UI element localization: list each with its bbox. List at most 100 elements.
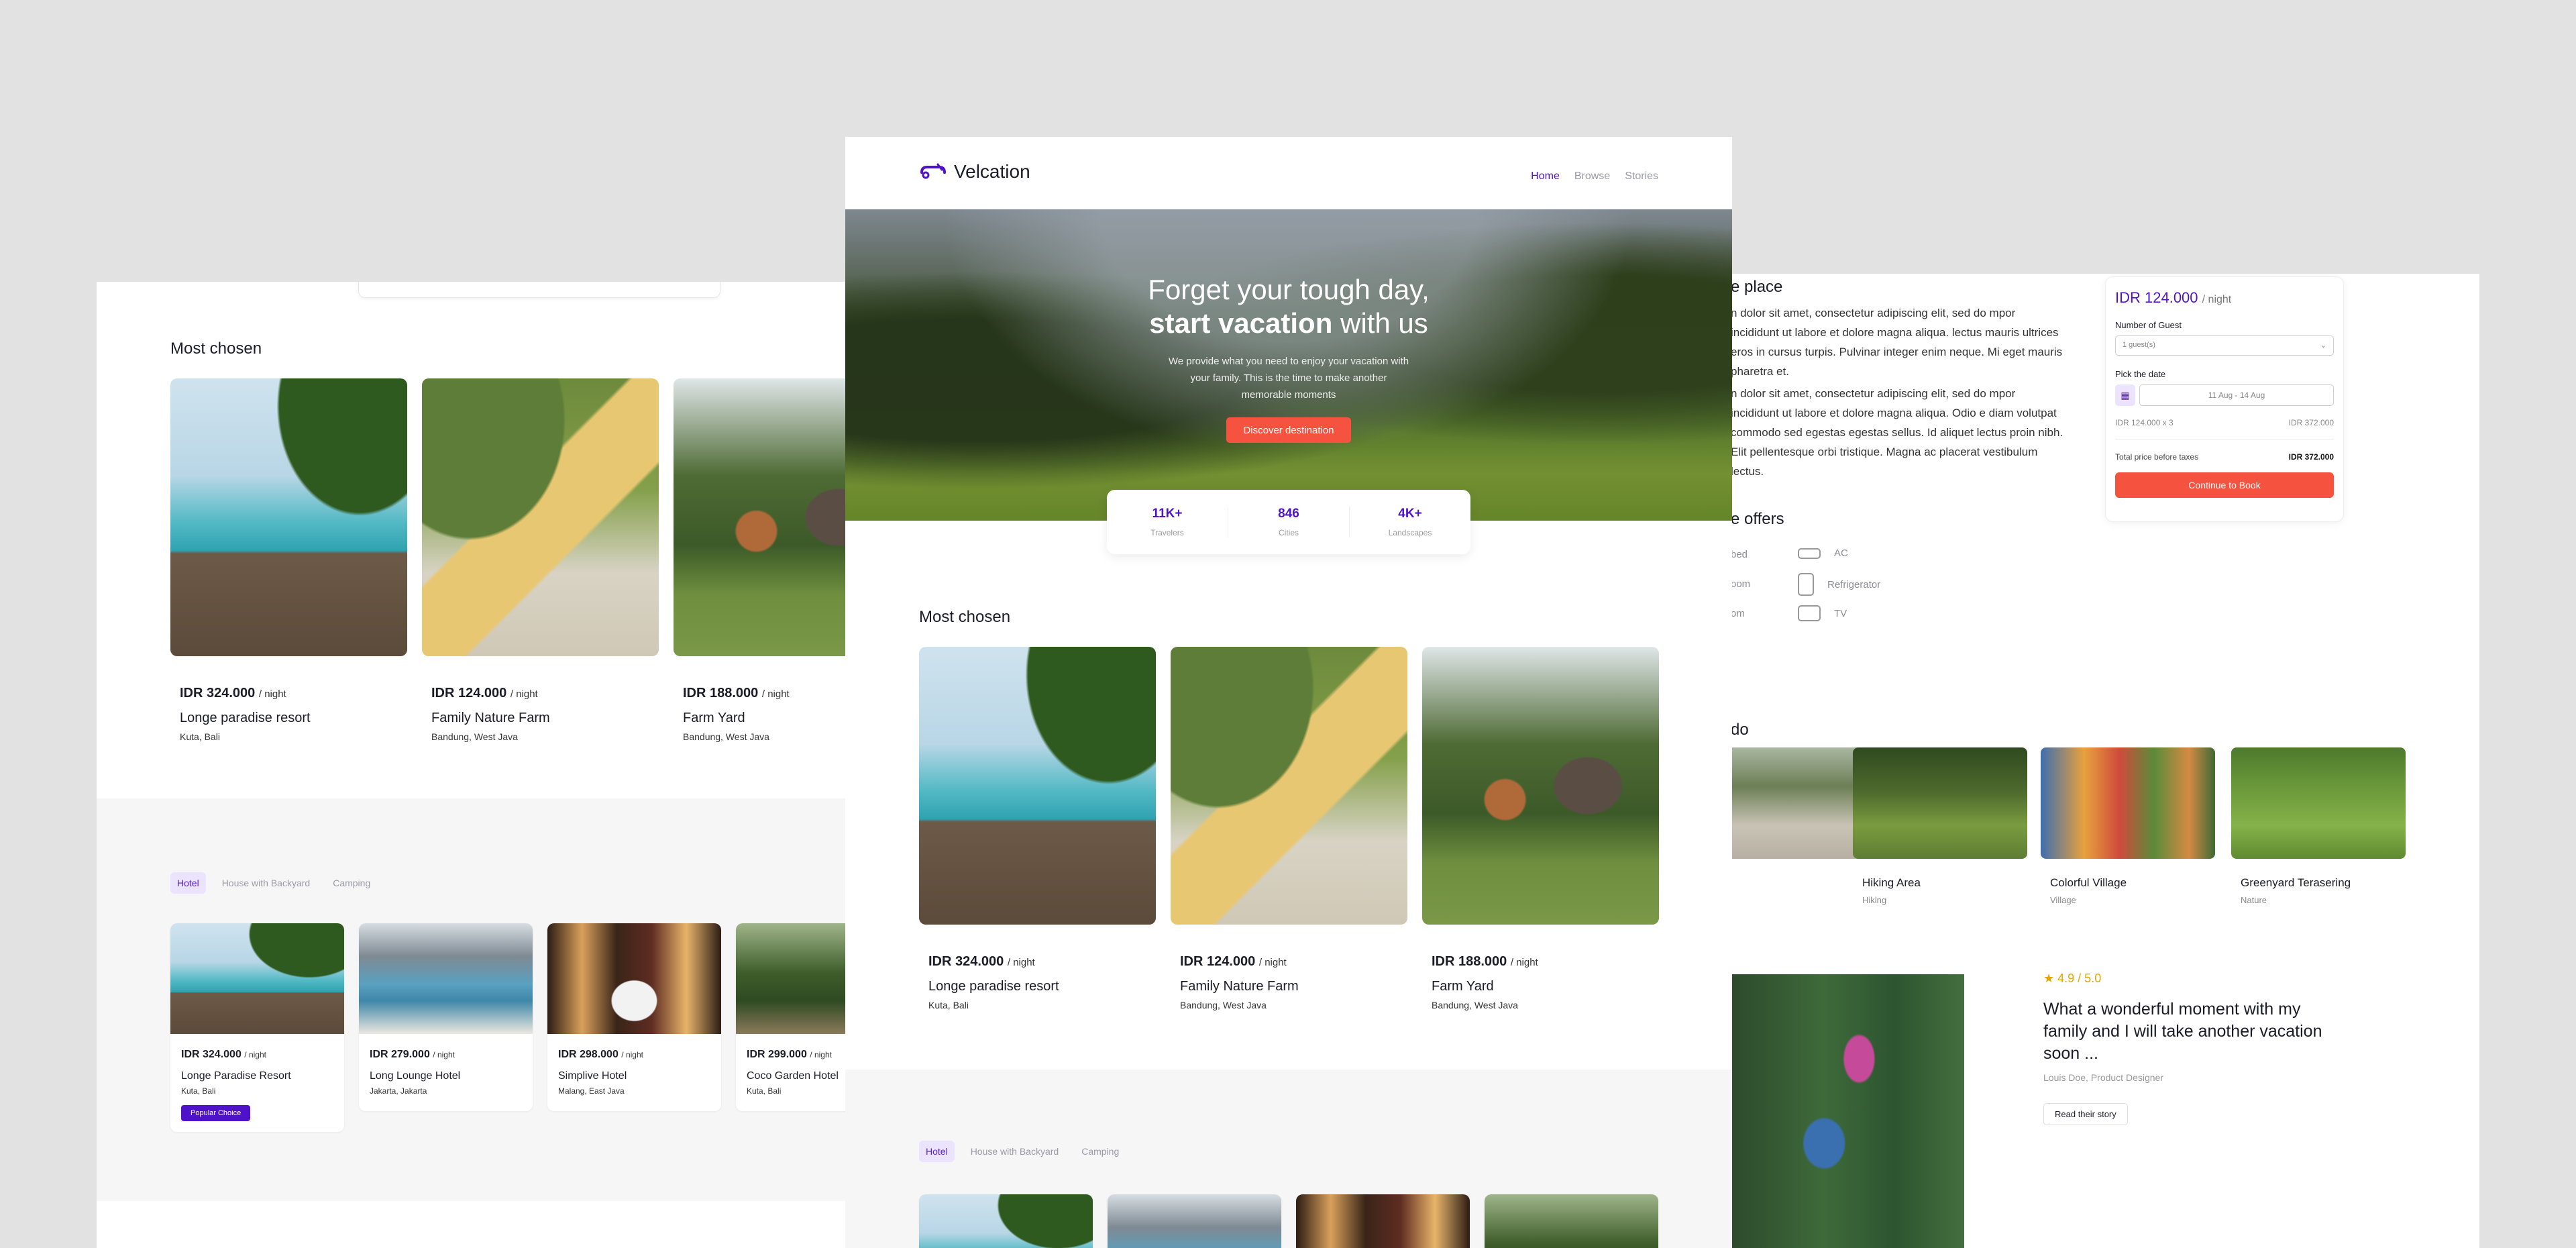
card-location: Kuta, Bali	[180, 731, 220, 742]
hero-subtitle: We provide what you need to enjoy your v…	[1168, 356, 1409, 401]
about-place-title: e place	[1731, 278, 1783, 296]
hotel-card[interactable]	[1108, 1194, 1281, 1248]
activity-photo	[1731, 747, 1864, 859]
offers-title: e offers	[1731, 510, 1784, 528]
story-rating: ★ 4.9 / 5.0	[2043, 972, 2102, 985]
total-price-row: Total price before taxes IDR 372.000	[2115, 439, 2334, 462]
continue-to-book-button[interactable]: Continue to Book	[2115, 472, 2334, 498]
offer-item: om	[1731, 608, 1745, 619]
offer-item: oom	[1731, 578, 1751, 590]
destination-card[interactable]: IDR 324.000 / night Longe paradise resor…	[919, 647, 1156, 1010]
card-name: Farm Yard	[683, 711, 745, 725]
offer-item: bed	[1731, 549, 1748, 560]
hotel-card[interactable]: IDR 299.000 / night Coco Garden Hotel Ku…	[736, 923, 845, 1111]
hotel-location: Malang, East Java	[558, 1086, 625, 1096]
hotel-cards	[919, 1194, 1658, 1248]
hotel-photo	[736, 923, 845, 1034]
card-name: Family Nature Farm	[431, 711, 550, 725]
activity-card[interactable]: Colorful Village Village	[2041, 747, 2215, 905]
ac-icon	[1798, 548, 1821, 559]
hotel-photo	[1108, 1194, 1281, 1248]
offer-tv: TV	[1798, 605, 1847, 621]
activity-category: Village	[2050, 895, 2076, 905]
date-picker: ▦ 11 Aug - 14 Aug	[2115, 384, 2334, 406]
hotel-cards: IDR 324.000 / night Longe Paradise Resor…	[170, 923, 845, 1132]
hotel-card[interactable]: IDR 279.000 / night Long Lounge Hotel Ja…	[359, 923, 533, 1111]
price-calc-row: IDR 124.000 x 3 IDR 372.000	[2115, 418, 2334, 427]
card-name: Family Nature Farm	[1180, 979, 1299, 994]
hotel-photo	[547, 923, 721, 1034]
story-author: Louis Doe, Product Designer	[2043, 1072, 2163, 1083]
farm-photo	[1422, 647, 1659, 925]
nav-browse[interactable]: Browse	[1574, 170, 1610, 183]
hotel-card[interactable]: IDR 298.000 / night Simplive Hotel Malan…	[547, 923, 721, 1111]
activity-name: Colorful Village	[2050, 876, 2127, 889]
activity-card[interactable]: den	[1731, 747, 1864, 890]
hero-title-line2: start vacation with us	[1149, 307, 1428, 339]
most-chosen-cards: IDR 324.000 / night Longe paradise resor…	[919, 647, 1659, 1010]
date-input[interactable]: 11 Aug - 14 Aug	[2139, 384, 2334, 406]
hotel-location: Kuta, Bali	[181, 1086, 216, 1096]
story-quote: What a wonderful moment with my family a…	[2043, 1000, 2322, 1063]
activity-card[interactable]: Greenyard Terasering Nature	[2231, 747, 2406, 905]
refrigerator-icon	[1798, 573, 1814, 596]
hotel-card[interactable]	[1485, 1194, 1658, 1248]
destination-card[interactable]: IDR 324.000 / night Longe paradise resor…	[170, 378, 407, 742]
nav-stories[interactable]: Stories	[1625, 170, 1658, 183]
hotel-photo	[359, 923, 533, 1034]
tab-house-with-backyard[interactable]: House with Backyard	[964, 1141, 1066, 1162]
destination-card[interactable]: IDR 124.000 / night Family Nature Farm B…	[422, 378, 659, 742]
tab-hotel[interactable]: Hotel	[170, 872, 206, 894]
card-price: IDR 324.000 / night	[928, 954, 1035, 969]
card-location: Bandung, West Java	[431, 731, 518, 742]
guest-select[interactable]: 1 guest(s) ⌄	[2115, 335, 2334, 356]
activity-photo	[2041, 747, 2215, 859]
discover-destination-button[interactable]: Discover destination	[1226, 417, 1351, 443]
hotel-photo	[170, 923, 344, 1034]
activity-category: Nature	[2241, 895, 2267, 905]
card-price: IDR 124.000 / night	[431, 686, 538, 700]
main-menu: Home Browse Stories	[1531, 170, 1658, 183]
hotel-card[interactable]	[1296, 1194, 1470, 1248]
hotel-name: Longe Paradise Resort	[181, 1070, 291, 1082]
hotel-location: Jakarta, Jakarta	[370, 1086, 427, 1096]
tab-camping[interactable]: Camping	[326, 872, 377, 894]
brand-logo[interactable]: Velcation	[919, 161, 1030, 183]
activity-card[interactable]: Hiking Area Hiking	[1853, 747, 2027, 905]
left-preview-panel: Most chosen IDR 324.000 / night Longe pa…	[97, 282, 845, 1248]
hotel-photo	[1485, 1194, 1658, 1248]
activity-name: Hiking Area	[1862, 876, 1921, 889]
destination-card[interactable]: IDR 188.000 / night Farm Yard Bandung, W…	[1422, 647, 1659, 1010]
hotel-price: IDR 299.000 / night	[747, 1049, 832, 1060]
calendar-icon[interactable]: ▦	[2115, 384, 2135, 406]
read-story-button[interactable]: Read their story	[2043, 1103, 2128, 1125]
card-name: Longe paradise resort	[180, 711, 311, 725]
stats-card: 11K+ Travelers 846 Cities 4K+ Landscapes	[1107, 490, 1470, 554]
tab-house-with-backyard[interactable]: House with Backyard	[215, 872, 317, 894]
resort-photo	[919, 647, 1156, 925]
destination-card[interactable]: IDR 124.000 / night Family Nature Farm B…	[1171, 647, 1407, 1010]
card-price: IDR 188.000 / night	[683, 686, 790, 700]
card-name: Farm Yard	[1432, 979, 1494, 994]
hotel-photo	[1296, 1194, 1470, 1248]
hotel-card[interactable]	[919, 1194, 1093, 1248]
tent-photo	[422, 378, 659, 656]
most-chosen-title: Most chosen	[170, 340, 262, 358]
velcation-logo-icon	[920, 163, 946, 179]
destination-card[interactable]: IDR 188.000 / night Farm Yard Bandung, W…	[674, 378, 845, 742]
category-tabs: Hotel House with Backyard Camping	[919, 1141, 1126, 1162]
tab-hotel[interactable]: Hotel	[919, 1141, 955, 1162]
nav-home[interactable]: Home	[1531, 170, 1560, 183]
card-location: Bandung, West Java	[1432, 1000, 1518, 1010]
resort-photo	[170, 378, 407, 656]
card-location: Kuta, Bali	[928, 1000, 969, 1010]
card-price: IDR 188.000 / night	[1432, 954, 1538, 969]
guest-label: Number of Guest	[2115, 320, 2182, 330]
date-label: Pick the date	[2115, 369, 2166, 379]
card-price: IDR 124.000 / night	[1180, 954, 1287, 969]
things-to-do-title: do	[1731, 721, 1749, 739]
hotel-card[interactable]: IDR 324.000 / night Longe Paradise Resor…	[170, 923, 344, 1132]
about-paragraph: n dolor sit amet, consectetur adipiscing…	[1731, 387, 2063, 478]
stat-cities: 846 Cities	[1228, 507, 1349, 537]
tab-camping[interactable]: Camping	[1075, 1141, 1126, 1162]
